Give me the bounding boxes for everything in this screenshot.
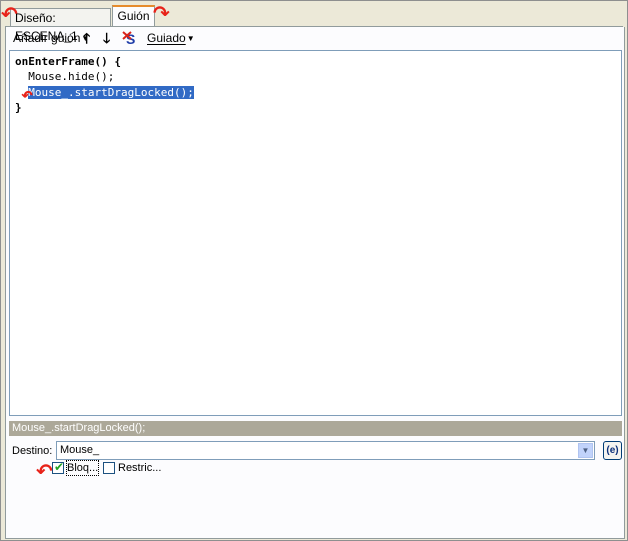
add-script-button[interactable]: Añadir guión▼ <box>13 29 89 47</box>
arrow-up-icon: 🡑 <box>83 30 91 46</box>
lock-checkbox[interactable]: ✔ <box>52 460 65 474</box>
checkmark-icon: ✔ <box>54 460 65 474</box>
red-marker-icon: ↶ <box>36 461 53 483</box>
guided-label: Guiado <box>147 31 186 45</box>
script-toolbar: Añadir guión▼ 🡑 🡓 S Guiado▼ <box>9 29 209 47</box>
guided-dropdown[interactable]: Guiado▼ <box>147 29 195 47</box>
destino-label: Destino: <box>12 445 53 457</box>
expression-button[interactable]: (e) <box>603 441 622 460</box>
status-bar: Mouse_.startDragLocked(); <box>9 421 622 436</box>
red-marker-icon: ↶ <box>21 82 34 106</box>
lock-checkbox-label[interactable]: Bloq... <box>65 460 100 476</box>
delete-script-button[interactable]: S <box>122 29 140 47</box>
delete-script-icon: S <box>122 31 135 46</box>
red-marker-icon: ↶ <box>1 4 18 26</box>
tab-divider <box>5 26 623 27</box>
destino-combobox[interactable]: Mouse_ ▼ <box>56 441 595 460</box>
add-script-label: Añadir guión <box>13 31 81 45</box>
code-editor[interactable]: onEnterFrame() { Mouse.hide(); Mouse_.st… <box>9 50 622 416</box>
move-up-button[interactable]: 🡑 <box>83 29 90 47</box>
destino-value: Mouse_ <box>60 444 100 456</box>
caret-down-icon: ▼ <box>186 33 195 43</box>
restrict-checkbox-label[interactable]: Restric... <box>118 461 161 475</box>
code-line: onEnterFrame() { <box>15 55 121 68</box>
window: Diseño: ESCENA_1 Guión ↶ ↷ Añadir guión▼… <box>0 0 628 541</box>
tab-script[interactable]: Guión <box>112 5 155 27</box>
code-line-selected: Mouse_.startDragLocked(); <box>15 86 194 100</box>
move-down-button[interactable]: 🡓 <box>103 29 110 47</box>
tab-design[interactable]: Diseño: ESCENA_1 <box>10 8 111 43</box>
restrict-checkbox[interactable] <box>103 462 115 474</box>
arrow-down-icon: 🡓 <box>103 30 111 46</box>
selected-code: Mouse_.startDragLocked(); <box>28 86 194 99</box>
red-marker-icon: ↷ <box>153 3 170 25</box>
chevron-down-icon[interactable]: ▼ <box>578 443 593 458</box>
